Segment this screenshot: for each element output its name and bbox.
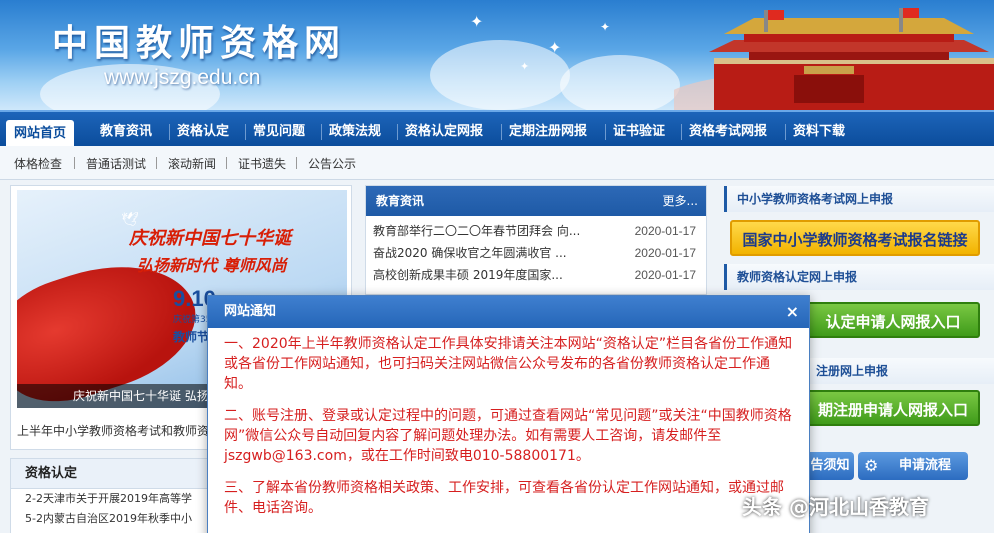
subnav-announcements[interactable]: 公告公示	[308, 155, 356, 172]
registration-applicant-entry-button[interactable]: 期注册申请人网报入口	[806, 390, 980, 426]
cloud-decoration	[560, 55, 680, 110]
education-news-title: 教育资讯	[376, 194, 425, 208]
news-row[interactable]: 高校创新成果丰硕 2019年度国家... 2020-01-17	[366, 264, 706, 286]
nav-divider	[397, 124, 398, 140]
news-row[interactable]: 教育部举行二〇二〇年春节团拜会 向... 2020-01-17	[366, 220, 706, 242]
close-icon[interactable]: ×	[786, 296, 799, 328]
gear-cluster-icon: ⚙	[864, 456, 879, 475]
subnav-divider	[296, 157, 297, 169]
news-date: 2020-01-17	[634, 268, 696, 282]
nav-divider	[681, 124, 682, 140]
qualification-news-title: 资格认定	[11, 459, 209, 489]
news-title[interactable]: 高校创新成果丰硕 2019年度国家...	[373, 264, 583, 286]
list-item[interactable]: 5-2内蒙古自治区2019年秋季中小	[11, 509, 209, 529]
subnav-mandarin-test[interactable]: 普通话测试	[86, 155, 146, 172]
sub-nav: 体格检查 普通话测试 滚动新闻 证书遗失 公告公示	[0, 146, 994, 180]
modal-header: 网站通知 ×	[208, 296, 809, 328]
subnav-physical-exam[interactable]: 体格检查	[14, 155, 62, 172]
subnav-scrolling-news[interactable]: 滚动新闻	[168, 155, 216, 172]
slide-subheadline: 弘扬新时代 尊师风尚	[137, 256, 287, 275]
site-banner: ✦ ✦ ✦ ✦ 中国教师资格网 www.jszg.edu.cn	[0, 0, 994, 110]
modal-title: 网站通知	[224, 304, 277, 319]
news-date: 2020-01-17	[634, 224, 696, 238]
qualification-online-section-title: 教师资格认定网上申报	[724, 264, 994, 290]
page: ✦ ✦ ✦ ✦ 中国教师资格网 www.jszg.edu.cn 网站首页 教育资…	[0, 0, 994, 533]
nav-divider	[605, 124, 606, 140]
star-icon: ✦	[548, 38, 562, 57]
nav-exam-online[interactable]: 资格考试网报	[689, 118, 767, 146]
news-title[interactable]: 奋战2020 确保收官之年圆满收官 ...	[373, 242, 583, 264]
apply-process-button[interactable]: ⚙ 申请流程	[858, 452, 968, 480]
news-date: 2020-01-17	[634, 246, 696, 260]
site-url: www.jszg.edu.cn	[104, 66, 261, 89]
subnav-lost-certificate[interactable]: 证书遗失	[238, 155, 286, 172]
education-news-panel: 教育资讯 更多... 教育部举行二〇二〇年春节团拜会 向... 2020-01-…	[365, 185, 707, 295]
watermark-text: 头条 @河北山香教育	[742, 495, 929, 519]
nav-divider	[785, 124, 786, 140]
notice-paragraph: 二、账号注册、登录或认定过程中的问题，可通过查看网站“常见问题”或关注“中国教师…	[224, 408, 792, 464]
site-title: 中国教师资格网	[52, 22, 347, 64]
star-icon: ✦	[520, 60, 530, 73]
tiananmen-gate-illustration	[674, 8, 994, 110]
news-row[interactable]: 奋战2020 确保收官之年圆满收官 ... 2020-01-17	[366, 242, 706, 264]
exam-online-section-title: 中小学教师资格考试网上申报	[724, 186, 994, 212]
star-icon: ✦	[470, 12, 484, 31]
subnav-divider	[74, 157, 75, 169]
nav-education-news[interactable]: 教育资讯	[100, 118, 152, 146]
more-link[interactable]: 更多...	[663, 186, 698, 216]
nav-faq[interactable]: 常见问题	[253, 118, 305, 146]
nav-certificate-verify[interactable]: 证书验证	[613, 118, 665, 146]
news-title[interactable]: 教育部举行二〇二〇年春节团拜会 向...	[373, 220, 583, 242]
nav-divider	[169, 124, 170, 140]
subnav-divider	[226, 157, 227, 169]
education-news-header: 教育资讯 更多...	[366, 186, 706, 216]
nav-divider	[501, 124, 502, 140]
nav-divider	[245, 124, 246, 140]
nav-policy[interactable]: 政策法规	[329, 118, 381, 146]
notice-paragraph: 三、了解本省份教师资格相关政策、工作安排，可查看各省份认定工作网站通知，或通过邮…	[224, 480, 784, 516]
notice-paragraph: 一、2020年上半年教师资格认定工作具体安排请关注本网站“资格认定”栏目各省份工…	[224, 336, 793, 392]
main-nav: 网站首页 教育资讯 资格认定 常见问题 政策法规 资格认定网报 定期注册网报 证…	[0, 110, 994, 148]
modal-body: 一、2020年上半年教师资格认定工作具体安排请关注本网站“资格认定”栏目各省份工…	[208, 328, 809, 518]
star-icon: ✦	[600, 20, 611, 34]
subnav-divider	[156, 157, 157, 169]
list-item[interactable]: 2-2天津市关于开展2019年高等学	[11, 489, 209, 509]
nav-qualification[interactable]: 资格认定	[177, 118, 229, 146]
nav-registration-online[interactable]: 定期注册网报	[509, 118, 587, 146]
exam-registration-link-button[interactable]: 国家中小学教师资格考试报名链接	[730, 220, 980, 256]
site-notice-modal: 网站通知 × 一、2020年上半年教师资格认定工作具体安排请关注本网站“资格认定…	[207, 295, 810, 533]
nav-qualification-online[interactable]: 资格认定网报	[405, 118, 483, 146]
slide-headline: 庆祝新中国七十华诞	[129, 228, 291, 249]
qualification-applicant-entry-button[interactable]: 认定申请人网报入口	[806, 302, 980, 338]
registration-online-section-title: 注册网上申报	[806, 358, 994, 384]
nav-home[interactable]: 网站首页	[6, 120, 75, 148]
nav-downloads[interactable]: 资料下载	[793, 118, 845, 146]
notice-button[interactable]: 告须知	[806, 452, 854, 480]
slide-holiday: 教师节	[173, 330, 210, 344]
nav-divider	[321, 124, 322, 140]
apply-process-label: 申请流程	[898, 458, 951, 473]
qualification-news-panel: 资格认定 2-2天津市关于开展2019年高等学 5-2内蒙古自治区2019年秋季…	[10, 458, 210, 533]
